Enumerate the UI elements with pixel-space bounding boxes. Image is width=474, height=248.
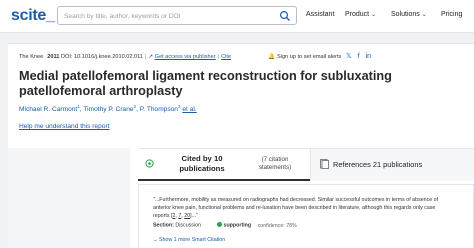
section-value: Discussion	[175, 222, 202, 229]
chevron-down-icon: ⌄	[421, 12, 427, 18]
journal-name[interactable]: The Knee	[19, 54, 43, 60]
section-label: Section:	[153, 222, 174, 229]
twitter-icon[interactable]: 𝕏	[346, 53, 352, 60]
reference-link[interactable]: 2	[172, 213, 175, 219]
quote-end: ]..."	[190, 212, 198, 219]
et-al-link[interactable]: et al.	[182, 106, 196, 113]
author-affiliation: 3	[177, 104, 181, 109]
supporting-badge: supporting	[223, 222, 252, 229]
show-more-label: Show 1 more Smart Citation	[158, 237, 226, 243]
help-understand-link[interactable]: Help me understand this report	[19, 123, 110, 130]
author-link[interactable]: P. Thompson	[140, 106, 178, 113]
bell-icon: 🔔	[268, 54, 275, 60]
citation-tabs: Cited by 10 publications (7 citation sta…	[138, 148, 474, 181]
references-label: References 21 publications	[333, 160, 423, 169]
citation-statements-count: (7 citation statements)	[258, 156, 292, 171]
nav-assistant-label: Assistant	[306, 11, 335, 18]
nav-solutions-label: Solutions	[391, 11, 420, 18]
publisher-access-link[interactable]: Get access via publisher	[155, 54, 216, 60]
paper-meta: The Knee 2011 DOI: 10.1016/j.knee.2010.02…	[19, 54, 231, 60]
citation-footer: Section: Discussion supporting confidenc…	[153, 222, 297, 229]
chevron-down-icon: ⌄	[371, 12, 377, 18]
cited-by-label: Cited by 10 publications	[179, 154, 225, 173]
reference-link[interactable]: 7	[178, 213, 181, 219]
divider: |	[144, 54, 147, 60]
cite-link[interactable]: Cite	[221, 54, 231, 60]
nav-product-label: Product	[345, 11, 370, 18]
author-link[interactable]: Timothy P. Crane	[83, 106, 133, 113]
show-more-smart-citation[interactable]: ⌄ Show 1 more Smart Citation	[153, 237, 225, 243]
tab-cited-by[interactable]: Cited by 10 publications (7 citation sta…	[138, 149, 310, 181]
share-links: 𝕏f in	[346, 52, 377, 60]
scite-logo[interactable]: scite_	[11, 7, 55, 25]
citation-quote: "...Furthermore, mobility as measured on…	[153, 197, 439, 219]
nav-assistant[interactable]: Assistant	[306, 11, 334, 18]
smart-citation-card: "...Furthermore, mobility as measured on…	[138, 184, 474, 248]
nav-product[interactable]: Product ⌄	[345, 11, 376, 18]
supporting-dot-icon	[216, 222, 222, 227]
email-alert-label: Sign up to set email alerts	[276, 54, 342, 60]
top-nav: scite_ Assistant Product⌄ Solutions⌄ Pri…	[0, 0, 474, 33]
side-panel	[8, 148, 130, 248]
publication-year: 2011	[47, 54, 60, 60]
paper-card: The Knee 2011 DOI: 10.1016/j.knee.2010.02…	[8, 43, 474, 248]
doi[interactable]: DOI: 10.1016/j.knee.2010.02.011	[61, 54, 143, 60]
author-link[interactable]: Michael R. Carmont	[19, 106, 77, 113]
search-input[interactable]	[64, 10, 274, 22]
document-icon	[320, 159, 329, 169]
chevron-down-icon: ⌄	[153, 237, 158, 243]
citation-icon	[145, 159, 154, 168]
author-affiliation: 1	[77, 104, 80, 109]
paper-title: Medial patellofemoral ligament reconstru…	[19, 69, 392, 98]
author-affiliation: 2	[133, 104, 137, 109]
search-icon[interactable]	[279, 10, 291, 22]
search-box[interactable]	[57, 6, 297, 25]
nav-solutions[interactable]: Solutions ⌄	[391, 11, 427, 18]
confidence-value: confidence: 78%	[257, 222, 297, 229]
facebook-icon[interactable]: f	[358, 53, 360, 60]
external-link-icon: ↗	[148, 54, 154, 60]
author-list: Michael R. Carmont1, Timothy P. Crane2, …	[19, 104, 197, 114]
divider: |	[217, 54, 220, 60]
linkedin-icon[interactable]: in	[366, 53, 371, 60]
nav-pricing[interactable]: Pricing	[441, 11, 462, 18]
tab-references[interactable]: References 21 publications	[310, 149, 474, 181]
nav-pricing-label: Pricing	[441, 11, 463, 18]
email-alert-button[interactable]: 🔔 Sign up to set email alerts	[268, 54, 341, 60]
